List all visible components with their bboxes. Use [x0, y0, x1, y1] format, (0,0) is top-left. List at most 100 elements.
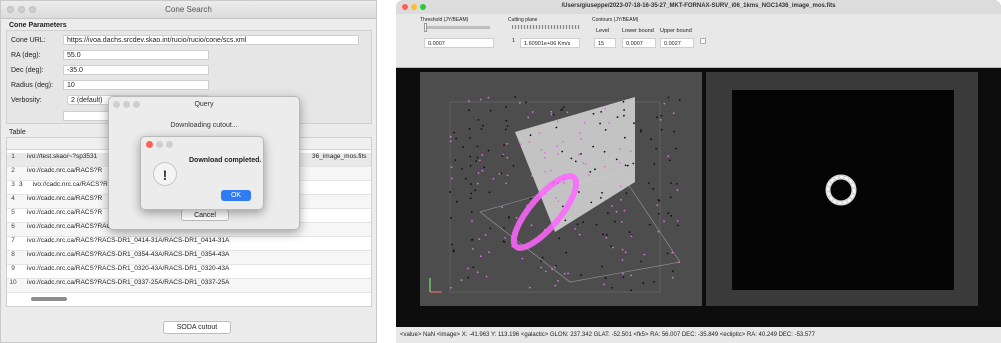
scatter-point	[578, 191, 580, 193]
scatter-point	[471, 248, 474, 250]
cone-url-label: Cone URL:	[11, 37, 46, 44]
scatter-point	[659, 119, 662, 121]
scatter-point	[584, 163, 587, 166]
threshold-slider-handle[interactable]	[424, 23, 427, 32]
scatter-point	[544, 157, 546, 159]
lower-bound-input[interactable]: 0.0007	[622, 38, 656, 48]
scatter-point	[603, 150, 606, 153]
scatter-point	[450, 286, 452, 289]
table-row[interactable]: 10 ivo://cadc.nrc.ca/RACS?RACS-DR1_0337-2…	[7, 279, 371, 293]
row-number: 8	[11, 251, 15, 258]
scatter-point	[540, 260, 543, 262]
scatter-point	[515, 216, 518, 219]
scatter-point	[476, 156, 479, 159]
ok-button[interactable]: OK	[221, 190, 251, 201]
scatter-point	[538, 132, 541, 134]
scatter-point	[475, 160, 477, 162]
row-number: 6	[11, 223, 15, 230]
volume-3d-view[interactable]	[420, 72, 702, 306]
scatter-point	[670, 182, 672, 185]
scatter-point	[504, 128, 507, 131]
scatter-point	[453, 131, 456, 134]
scatter-point	[476, 182, 479, 185]
scatter-point	[563, 272, 566, 275]
scatter-point	[540, 148, 543, 151]
soda-cutout-button[interactable]: SODA cutout	[163, 321, 231, 334]
scatter-point	[582, 162, 585, 165]
scatter-point	[503, 227, 505, 229]
scatter-point	[604, 277, 607, 280]
scatter-point	[658, 199, 661, 202]
scatter-point	[625, 192, 628, 194]
scatter-point	[488, 191, 491, 194]
table-row[interactable]: 8 ivo://cadc.nrc.ca/RACS?RACS-DR1_0354-43…	[7, 251, 371, 265]
window-title: Cone Search	[165, 5, 212, 14]
scatter-point	[671, 251, 674, 254]
upper-bound-label: Upper bound	[660, 28, 692, 34]
query-cancel-button[interactable]: Cancel	[181, 209, 229, 221]
scatter-point	[467, 100, 470, 102]
alert-close-button[interactable]	[146, 141, 153, 148]
threshold-slider[interactable]	[424, 23, 490, 32]
scatter-point	[579, 131, 582, 134]
scatter-point	[624, 136, 626, 139]
scatter-point	[566, 111, 569, 114]
table-row[interactable]: 9 ivo://cadc.nrc.ca/RACS?RACS-DR1_0320-43…	[7, 265, 371, 279]
scatter-point	[576, 223, 579, 226]
row-value: ivo://test.skao/~?sp3531	[27, 153, 98, 160]
status-bar: <value> NaN <image> X: -41.963 Y: 113.19…	[396, 327, 1001, 343]
scatter-point	[667, 96, 670, 99]
row-number: 5	[11, 209, 15, 216]
scatter-point	[618, 148, 621, 150]
scatter-point	[672, 112, 675, 115]
image-2d-view[interactable]	[706, 72, 978, 306]
scatter-point	[503, 144, 505, 146]
scatter-point	[541, 256, 544, 259]
scatter-point	[561, 150, 564, 153]
scatter-point	[668, 159, 671, 162]
scatter-point	[630, 289, 632, 292]
alert-zoom-button[interactable]	[166, 141, 173, 148]
row-number: 4	[11, 195, 15, 202]
scatter-point	[521, 257, 524, 260]
scatter-point	[652, 187, 655, 190]
scatter-point	[550, 169, 552, 172]
table-row[interactable]: 7 ivo://cadc.nrc.ca/RACS?RACS-DR1_0414-31…	[7, 237, 371, 251]
radius-input[interactable]: 10	[63, 80, 209, 90]
scatter-point	[469, 197, 472, 200]
alert-message: Download completed.	[189, 157, 262, 164]
title-bar: Cone Search	[1, 1, 376, 19]
scatter-point	[587, 174, 590, 177]
cutting-plane-spinbox[interactable]: 1.60901e+06 Km/s	[520, 38, 580, 48]
scatter-point	[630, 274, 632, 277]
scatter-point	[653, 281, 655, 283]
scatter-point	[619, 162, 621, 164]
contours-checkbox[interactable]	[700, 38, 706, 44]
scatter-point	[508, 216, 510, 219]
threshold-input[interactable]: 0.0007	[424, 38, 494, 48]
horizontal-scrollbar[interactable]	[31, 297, 67, 301]
level-input[interactable]: 15	[594, 38, 616, 48]
scatter-point	[501, 206, 503, 209]
scatter-point	[555, 126, 558, 129]
scatter-point	[592, 112, 595, 115]
scatter-point	[477, 172, 480, 174]
scatter-point	[580, 274, 582, 277]
alert-minimize-button[interactable]	[156, 141, 163, 148]
scatter-point	[479, 159, 481, 162]
scatter-point	[477, 119, 480, 121]
scatter-point	[506, 174, 509, 177]
upper-bound-input[interactable]: 0.0027	[660, 38, 694, 48]
scatter-point	[501, 154, 504, 157]
cone-url-input[interactable]: https://ivoa.dachs.srcdev.skao.int/rucio…	[63, 35, 359, 45]
scatter-point	[455, 137, 457, 140]
dec-input[interactable]: -35.0	[63, 65, 209, 75]
scatter-point	[647, 182, 650, 184]
row-value: ivo://cadc.nrc.ca/RACS?RACS-DR1_0414-31A…	[27, 237, 230, 244]
cutting-plane-index: 1	[512, 38, 516, 44]
ra-input[interactable]: 55.0	[63, 50, 209, 60]
scatter-point	[663, 102, 666, 105]
cutting-plane-slider[interactable]	[512, 25, 580, 29]
scatter-point	[604, 129, 607, 131]
scatter-point	[449, 140, 452, 143]
